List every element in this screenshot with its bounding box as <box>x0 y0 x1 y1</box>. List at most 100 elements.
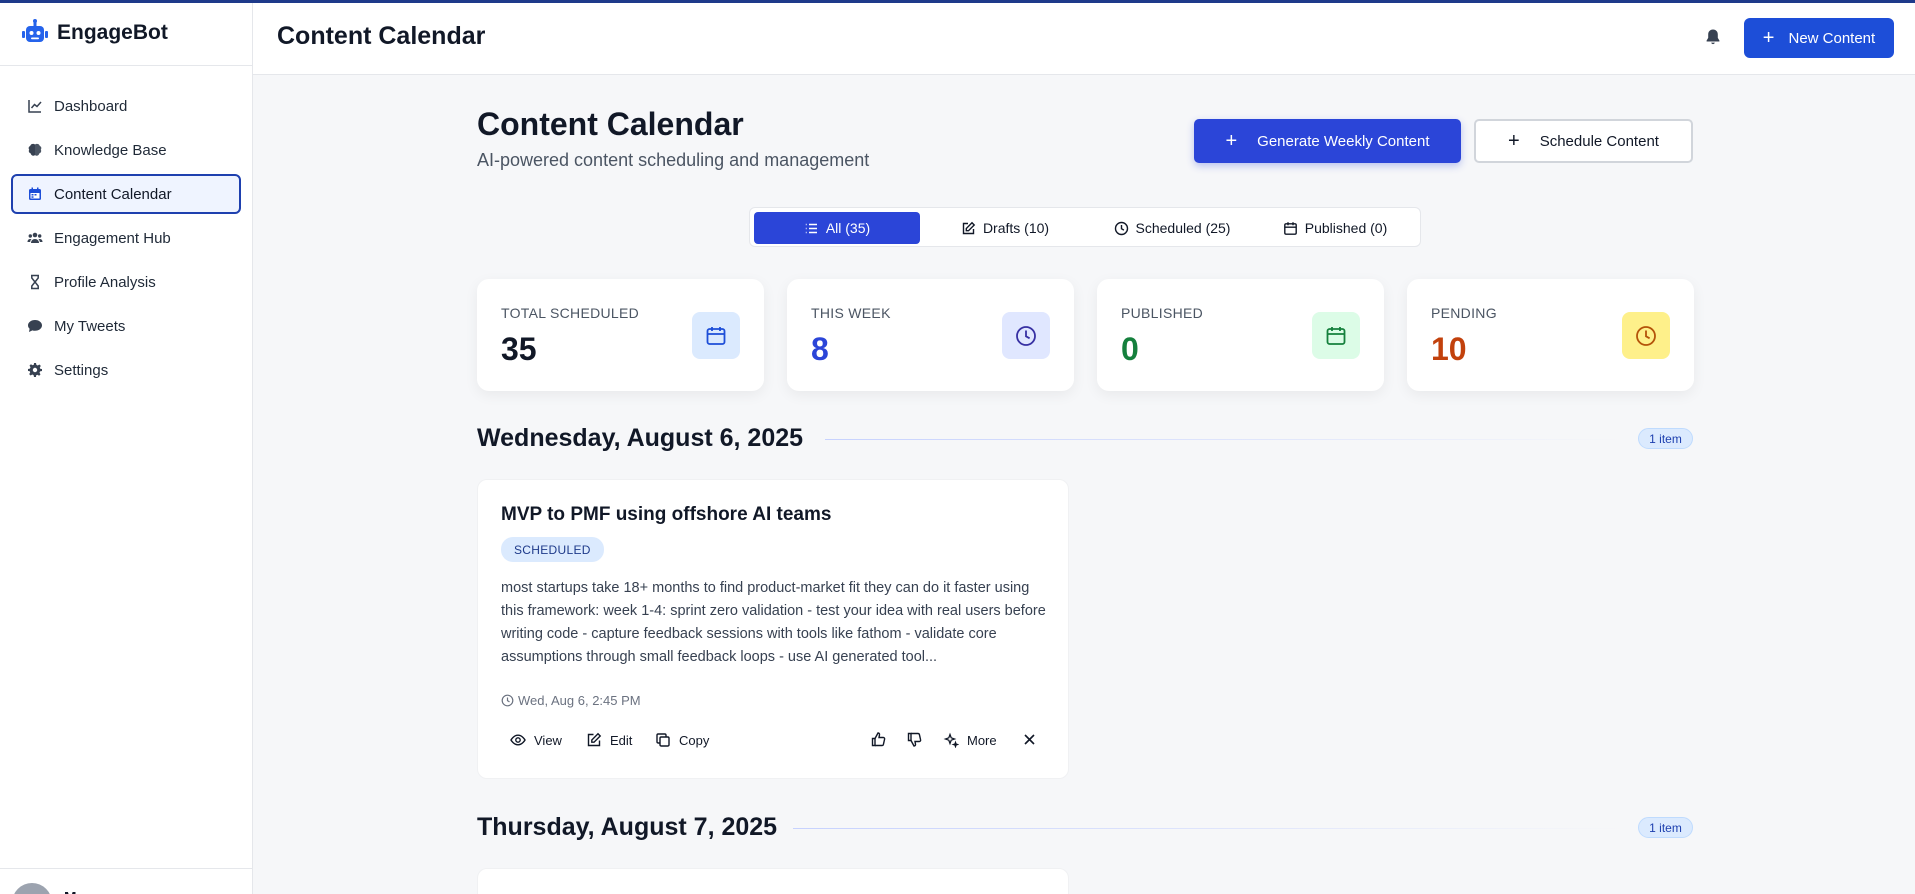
close-icon[interactable] <box>1021 731 1038 748</box>
divider <box>793 828 1625 829</box>
plus-icon: + <box>1225 130 1238 152</box>
sidebar-item-my-tweets[interactable]: My Tweets <box>11 306 241 346</box>
tab-label: Published (0) <box>1304 220 1388 236</box>
status-badge: SCHEDULED <box>501 537 604 562</box>
date-heading: Thursday, August 7, 2025 <box>477 813 778 841</box>
header-title: Content Calendar <box>277 22 486 50</box>
sidebar-item-label: Profile Analysis <box>54 273 156 291</box>
stat-card-pending: PENDING 10 <box>1407 279 1694 391</box>
copy-button[interactable]: Copy <box>655 730 709 750</box>
edit-button[interactable]: Edit <box>586 730 632 750</box>
sparkles-icon <box>943 732 959 748</box>
date-heading: Wednesday, August 6, 2025 <box>477 424 804 452</box>
sidebar-item-engagement-hub[interactable]: Engagement Hub <box>11 218 241 258</box>
stat-icon-box <box>1622 312 1670 359</box>
page-title: Content Calendar <box>477 106 744 142</box>
plus-icon: + <box>1762 27 1775 49</box>
copy-icon <box>656 733 670 747</box>
avatar <box>12 883 52 894</box>
robot-icon <box>22 18 48 42</box>
tab-label: Drafts (10) <box>982 220 1050 236</box>
top-header: Content Calendar + New Content <box>253 0 1915 75</box>
clock-icon <box>501 694 514 707</box>
stat-value: 8 <box>811 331 829 367</box>
sidebar-item-label: Knowledge Base <box>54 141 167 159</box>
tab-label: Scheduled (25) <box>1135 220 1231 236</box>
stat-card-total-scheduled: TOTAL SCHEDULED 35 <box>477 279 764 391</box>
thumbs-up-icon[interactable] <box>870 731 887 748</box>
schedule-content-button[interactable]: + Schedule Content <box>1474 119 1693 163</box>
calendar-icon <box>1326 326 1346 345</box>
schedule-content-label: Schedule Content <box>1539 132 1659 150</box>
stat-label: PENDING <box>1431 305 1497 321</box>
user-name: M <box>64 889 77 894</box>
tab-label: All (35) <box>825 220 871 236</box>
sidebar-item-label: My Tweets <box>54 317 126 335</box>
stat-icon-box <box>1002 312 1050 359</box>
hourglass-icon <box>31 274 39 290</box>
more-button[interactable]: More <box>943 730 997 750</box>
item-count-badge: 1 item <box>1638 817 1693 838</box>
user-profile[interactable]: M <box>0 868 253 894</box>
tab-published[interactable]: Published (0) <box>1252 212 1418 244</box>
post-body: most startups take 18+ months to find pr… <box>501 580 1046 665</box>
generate-weekly-content-label: Generate Weekly Content <box>1257 132 1430 150</box>
clock-icon <box>1636 325 1656 346</box>
sidebar-item-label: Engagement Hub <box>54 229 171 247</box>
scheduled-time: Wed, Aug 6, 2:45 PM <box>501 693 641 708</box>
sidebar-item-label: Content Calendar <box>54 185 172 203</box>
tab-scheduled[interactable]: Scheduled (25) <box>1089 212 1255 244</box>
filter-tabs: All (35) Drafts (10) Scheduled (25) Publ… <box>749 207 1421 247</box>
calendar-icon <box>29 187 41 200</box>
stat-card-this-week: THIS WEEK 8 <box>787 279 1074 391</box>
users-icon <box>27 232 43 243</box>
sidebar-item-settings[interactable]: Settings <box>11 350 241 390</box>
divider <box>825 439 1625 440</box>
content-card <box>477 868 1069 894</box>
stat-card-published: PUBLISHED 0 <box>1097 279 1384 391</box>
gear-icon <box>28 363 42 377</box>
item-count-badge: 1 item <box>1638 428 1693 449</box>
tab-drafts[interactable]: Drafts (10) <box>922 212 1088 244</box>
scheduled-time-text: Wed, Aug 6, 2:45 PM <box>518 693 641 708</box>
thumbs-down-icon[interactable] <box>906 731 923 748</box>
brain-icon <box>28 143 42 156</box>
chart-line-icon <box>28 100 42 113</box>
sidebar: EngageBot Dashboard Knowledge Base Conte… <box>0 0 253 894</box>
bell-icon[interactable] <box>1703 27 1723 47</box>
sidebar-item-dashboard[interactable]: Dashboard <box>11 86 241 126</box>
plus-icon: + <box>1508 130 1520 152</box>
content-card: MVP to PMF using offshore AI teams SCHED… <box>477 479 1069 779</box>
calendar-icon <box>1283 221 1297 235</box>
new-content-label: New Content <box>1788 29 1876 47</box>
copy-label: Copy <box>679 732 710 748</box>
calendar-icon <box>706 326 726 345</box>
stat-label: TOTAL SCHEDULED <box>501 305 640 321</box>
sidebar-item-profile-analysis[interactable]: Profile Analysis <box>11 262 241 302</box>
sidebar-item-knowledge-base[interactable]: Knowledge Base <box>11 130 241 170</box>
list-icon <box>805 223 817 233</box>
clock-icon <box>1114 221 1128 235</box>
view-label: View <box>534 732 562 748</box>
generate-weekly-content-button[interactable]: + Generate Weekly Content <box>1194 119 1461 163</box>
stat-icon-box <box>692 312 740 359</box>
stat-label: THIS WEEK <box>811 305 891 321</box>
sidebar-item-label: Settings <box>54 361 109 379</box>
stat-value: 0 <box>1121 331 1139 367</box>
clock-icon <box>1016 325 1036 346</box>
new-content-button[interactable]: + New Content <box>1744 18 1894 58</box>
page-subtitle: AI-powered content scheduling and manage… <box>477 150 870 170</box>
stat-icon-box <box>1312 312 1360 359</box>
stat-label: PUBLISHED <box>1121 305 1204 321</box>
edit-icon <box>587 732 602 747</box>
tab-all[interactable]: All (35) <box>754 212 920 244</box>
brand[interactable]: EngageBot <box>0 0 252 66</box>
stat-value: 10 <box>1431 331 1467 367</box>
eye-icon <box>510 734 526 746</box>
top-accent-line <box>0 0 1915 3</box>
stat-value: 35 <box>501 331 537 367</box>
sidebar-item-content-calendar[interactable]: Content Calendar <box>11 174 241 214</box>
more-label: More <box>967 732 997 748</box>
view-button[interactable]: View <box>510 730 562 750</box>
brand-name: EngageBot <box>57 20 168 44</box>
